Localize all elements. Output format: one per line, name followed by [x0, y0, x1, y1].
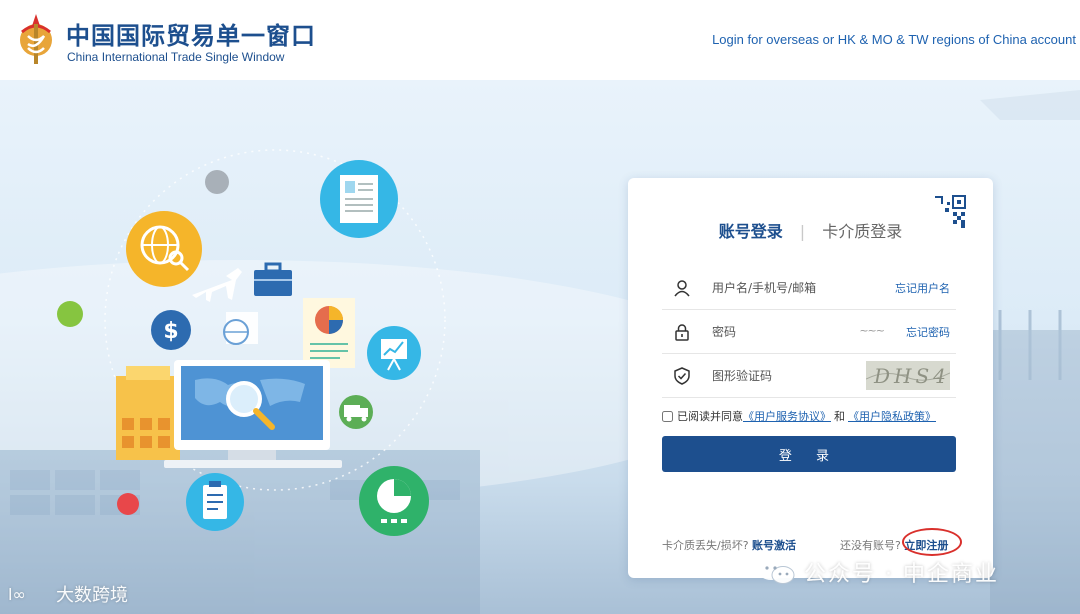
captcha-text: DHS4: [873, 364, 950, 388]
no-account-text: 还没有账号?: [840, 539, 901, 552]
pie-chart-icon: [359, 466, 429, 536]
svg-text:l∞: l∞: [8, 585, 26, 604]
dollar-icon: $: [151, 310, 191, 350]
username-row: 忘记用户名: [662, 266, 956, 310]
user-icon: [664, 266, 700, 310]
brand-title-cn: 中国国际贸易单一窗口: [66, 22, 316, 50]
clipboard-icon: [186, 473, 244, 531]
globe-document-icon: [223, 312, 258, 345]
password-row: ~~~ 忘记密码: [662, 310, 956, 354]
captcha-input[interactable]: [712, 368, 862, 383]
agree-and: 和: [834, 410, 845, 423]
login-tabs: 账号登录 | 卡介质登录: [628, 218, 993, 242]
building-icon: [116, 366, 180, 460]
watermark-wechat: 公众号 · 中企商业: [756, 556, 999, 588]
forgot-password-link[interactable]: 忘记密码: [906, 324, 950, 340]
globe-search-icon: [126, 211, 202, 287]
tab-account-login[interactable]: 账号登录: [719, 222, 783, 241]
highlight-circle: [902, 528, 962, 556]
login-card: 账号登录 | 卡介质登录 忘记用户名 ~~~ 忘记密码 DHS4: [628, 178, 993, 578]
agree-prefix: 已阅读并同意: [677, 410, 743, 423]
card-lost-text: 卡介质丢失/损坏?: [662, 539, 749, 552]
privacy-policy-link[interactable]: 《用户隐私政策》: [848, 408, 936, 424]
customs-logo-icon: [20, 14, 52, 64]
lock-icon: [664, 310, 700, 354]
watermark-logo-icon: l∞: [8, 585, 26, 604]
header: 中国国际贸易单一窗口 China International Trade Sin…: [0, 0, 1080, 80]
shield-check-icon: [664, 354, 700, 398]
svg-text:$: $: [163, 319, 178, 344]
tab-separator: |: [799, 222, 806, 241]
green-dot: [57, 301, 83, 327]
agree-checkbox[interactable]: [662, 410, 673, 422]
agreement-row: 已阅读并同意 《用户服务协议》 和 《用户隐私政策》: [662, 408, 936, 424]
card-lost-row: 卡介质丢失/损坏? 账号激活: [662, 537, 796, 553]
pie-report-icon: [303, 298, 355, 368]
grey-dot: [205, 170, 229, 194]
service-agreement-link[interactable]: 《用户服务协议》: [743, 408, 831, 424]
captcha-image[interactable]: DHS4: [865, 361, 951, 390]
username-input[interactable]: [712, 280, 862, 295]
login-button[interactable]: 登 录: [662, 436, 956, 472]
truck-icon: [339, 395, 373, 429]
presentation-chart-icon: [367, 326, 421, 380]
red-dot: [117, 493, 139, 515]
brand-title-en: China International Trade Single Window: [67, 50, 285, 64]
forgot-username-link[interactable]: 忘记用户名: [895, 280, 950, 296]
overseas-login-link[interactable]: Login for overseas or HK & MO & TW regio…: [712, 32, 1076, 47]
password-input[interactable]: [712, 324, 862, 339]
eye-closed-icon[interactable]: ~~~: [859, 324, 885, 337]
account-activate-link[interactable]: 账号激活: [752, 539, 796, 552]
document-icon: [320, 160, 398, 238]
watermark-left-text: 大数跨境: [56, 585, 128, 606]
captcha-row: DHS4: [662, 354, 956, 398]
tab-card-login[interactable]: 卡介质登录: [822, 222, 902, 241]
wechat-icon: [758, 560, 795, 584]
watermark-left: l∞ 大数跨境: [8, 581, 128, 607]
watermark-right-text: 公众号 · 中企商业: [804, 562, 999, 587]
